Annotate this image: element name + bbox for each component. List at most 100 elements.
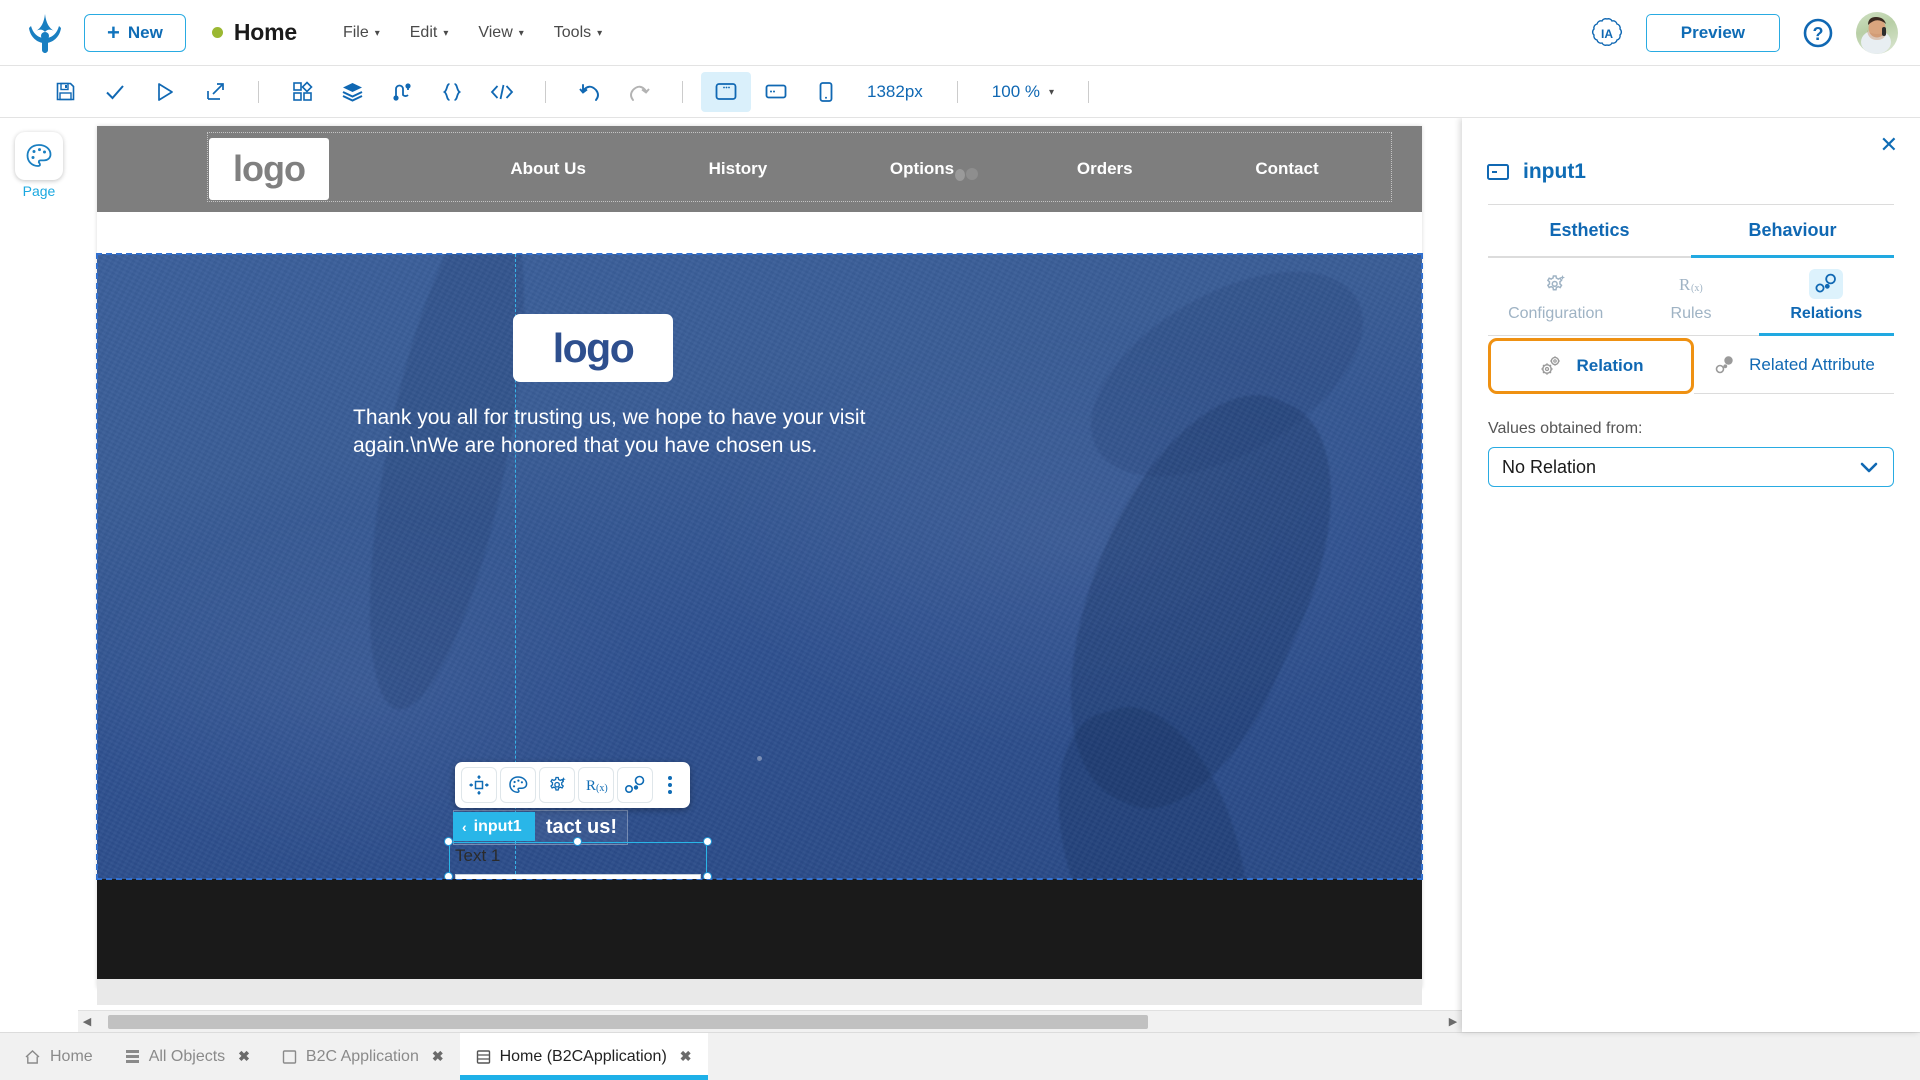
left-tool-rail: Page (0, 118, 78, 1032)
bottom-tab-home-b2capplication[interactable]: Home (B2CApplication) ✖ (460, 1033, 708, 1080)
subtab-configuration-label: Configuration (1508, 305, 1603, 323)
resize-handle-mr[interactable] (703, 872, 712, 879)
new-button-label: New (128, 23, 163, 43)
hero-logo-text: logo (553, 325, 634, 372)
move-icon[interactable] (461, 767, 497, 803)
site-nav-history-label: History (709, 159, 768, 178)
subtab-rules[interactable]: R(x) Rules (1623, 258, 1758, 336)
page-status: Home (212, 19, 297, 46)
components-grid-icon[interactable] (277, 72, 327, 112)
selected-element-badge[interactable]: ‹ input1 (453, 812, 535, 841)
mobile-view-icon[interactable] (801, 72, 851, 112)
menu-tools[interactable]: Tools ▾ (554, 24, 602, 42)
menu-bar: File ▾ Edit ▾ View ▾ Tools ▾ (343, 24, 602, 42)
scrollbar-track[interactable] (96, 1015, 1444, 1029)
site-logo[interactable]: logo (209, 138, 329, 200)
element-context-toolbar: R(x) (455, 762, 690, 808)
rail-tool-page[interactable]: Page (15, 132, 63, 199)
resize-handle-tc[interactable] (573, 837, 582, 846)
site-nav-orders[interactable]: Orders (1077, 159, 1133, 179)
resize-handle-tl[interactable] (444, 837, 453, 846)
menu-edit[interactable]: Edit ▾ (410, 24, 449, 42)
settings-sparkle-icon[interactable] (539, 767, 575, 803)
chevron-down-icon (1859, 461, 1879, 474)
menu-view[interactable]: View ▾ (478, 24, 523, 42)
new-button[interactable]: + New (84, 14, 186, 52)
undo-icon[interactable] (564, 72, 614, 112)
chevron-down-icon: ▾ (443, 28, 448, 39)
avatar[interactable] (1856, 12, 1898, 54)
header-actions: IA Preview ? (1590, 12, 1898, 54)
subtab-relations-label: Relations (1790, 305, 1862, 323)
hero-section[interactable]: logo Thank you all for trusting us, we h… (97, 254, 1422, 879)
cursor-indicator-icon (954, 168, 980, 182)
site-nav-options-label: Options (890, 159, 954, 178)
menu-tools-label: Tools (554, 24, 591, 42)
site-nav-contact-label: Contact (1255, 159, 1318, 178)
rules-rx-icon[interactable]: R(x) (578, 767, 614, 803)
close-icon[interactable]: ✖ (238, 1048, 250, 1065)
hero-logo[interactable]: logo (513, 314, 673, 382)
tablet-view-icon[interactable] (751, 72, 801, 112)
zoom-value: 100 % (992, 82, 1040, 102)
palette-icon[interactable] (500, 767, 536, 803)
subtab-configuration[interactable]: Configuration (1488, 258, 1623, 336)
panel-title: input1 (1462, 118, 1920, 184)
run-play-icon[interactable] (140, 72, 190, 112)
more-kebab-icon[interactable] (656, 767, 684, 803)
bottom-tab-all-objects[interactable]: All Objects ✖ (109, 1033, 266, 1080)
site-nav-options[interactable]: Options (890, 159, 954, 179)
hero-paragraph[interactable]: Thank you all for trusting us, we hope t… (353, 404, 953, 459)
validate-check-icon[interactable] (90, 72, 140, 112)
close-icon[interactable]: ✕ (1880, 134, 1898, 156)
design-canvas[interactable]: logo About Us History Options Orders Con… (78, 118, 1462, 1032)
site-nav-history[interactable]: History (709, 159, 768, 179)
subtab-relations[interactable]: Relations (1759, 258, 1894, 336)
tab-behaviour[interactable]: Behaviour (1691, 205, 1894, 258)
preview-button[interactable]: Preview (1646, 14, 1780, 52)
related-attribute-icon (1713, 354, 1737, 376)
site-nav-about-us[interactable]: About Us (510, 159, 586, 179)
site-nav-orders-label: Orders (1077, 159, 1133, 178)
pill-related-attribute[interactable]: Related Attribute (1694, 336, 1894, 394)
export-share-icon[interactable] (190, 72, 240, 112)
hero-decoration (757, 756, 762, 761)
properties-panel: ✕ input1 Esthetics Behaviour (1462, 118, 1920, 1032)
close-icon[interactable]: ✖ (432, 1048, 444, 1065)
layers-icon[interactable] (327, 72, 377, 112)
bottom-tab-b2c-application-label: B2C Application (306, 1048, 419, 1066)
menu-file[interactable]: File ▾ (343, 24, 380, 42)
desktop-view-icon[interactable] (701, 72, 751, 112)
bottom-tab-b2c-application[interactable]: B2C Application ✖ (266, 1033, 460, 1080)
canvas-width-value[interactable]: 1382px (851, 82, 939, 102)
relations-icon[interactable] (617, 767, 653, 803)
preview-button-label: Preview (1681, 23, 1745, 43)
code-icon[interactable] (477, 72, 527, 112)
horizontal-scrollbar[interactable]: ◀ ▶ (78, 1010, 1462, 1032)
toolbar-separator (957, 81, 958, 103)
question-mark-icon[interactable]: ? (1802, 17, 1834, 49)
save-icon[interactable] (40, 72, 90, 112)
redo-icon[interactable] (614, 72, 664, 112)
main-header: + New Home File ▾ Edit ▾ View ▾ Tools ▾ (0, 0, 1920, 66)
svg-text:?: ? (1813, 24, 1824, 44)
selected-input-widget[interactable]: Text 1 (449, 842, 707, 879)
app-logo-icon[interactable] (22, 10, 68, 56)
close-icon[interactable]: ✖ (680, 1048, 692, 1065)
resize-handle-ml[interactable] (444, 872, 453, 879)
flow-connectors-icon[interactable] (377, 72, 427, 112)
scroll-left-arrow[interactable]: ◀ (78, 1015, 96, 1028)
zoom-select[interactable]: 100 % ▾ (976, 82, 1070, 102)
scrollbar-thumb[interactable] (108, 1015, 1148, 1029)
values-source-select[interactable]: No Relation (1488, 447, 1894, 487)
bottom-tab-home[interactable]: Home (8, 1033, 109, 1080)
svg-text:(x): (x) (1691, 283, 1703, 294)
hero-decoration (1057, 254, 1397, 518)
scroll-right-arrow[interactable]: ▶ (1444, 1015, 1462, 1028)
ia-badge-icon[interactable]: IA (1590, 16, 1624, 50)
site-nav-contact[interactable]: Contact (1255, 159, 1318, 179)
resize-handle-tr[interactable] (703, 837, 712, 846)
braces-icon[interactable] (427, 72, 477, 112)
pill-relation[interactable]: Relation (1488, 338, 1694, 394)
tab-esthetics[interactable]: Esthetics (1488, 205, 1691, 258)
